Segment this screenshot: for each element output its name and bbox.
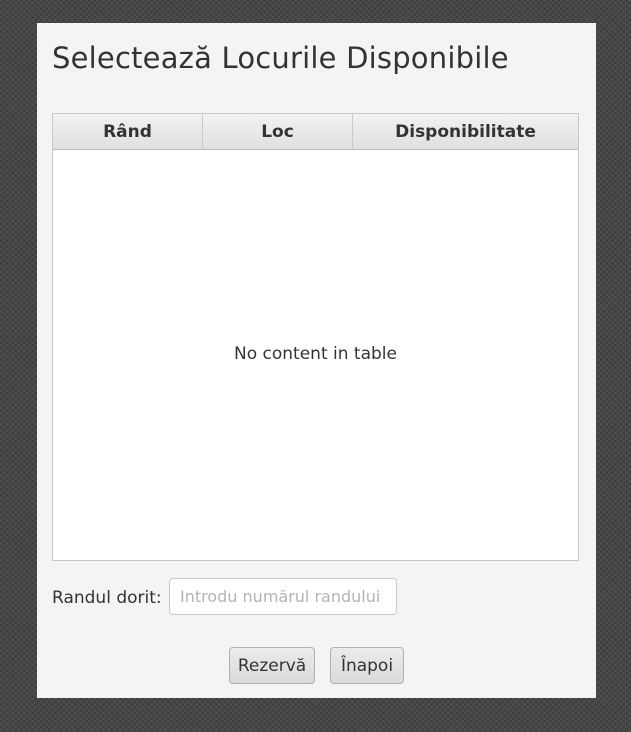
column-header-row[interactable]: Rând (53, 114, 203, 149)
table-header: Rând Loc Disponibilitate (53, 114, 578, 150)
page-title: Selectează Locurile Disponibile (52, 41, 509, 75)
column-header-availability[interactable]: Disponibilitate (353, 114, 578, 149)
reserve-button[interactable]: Rezervă (229, 647, 315, 684)
row-number-input[interactable] (169, 578, 397, 615)
column-header-seat[interactable]: Loc (203, 114, 353, 149)
seats-table[interactable]: Rând Loc Disponibilitate No content in t… (52, 113, 579, 561)
seat-selection-window: Selectează Locurile Disponibile Rând Loc… (37, 23, 596, 698)
back-button[interactable]: Înapoi (330, 647, 404, 684)
row-label: Randul dorit: (52, 588, 162, 608)
table-empty-message: No content in table (234, 344, 397, 364)
